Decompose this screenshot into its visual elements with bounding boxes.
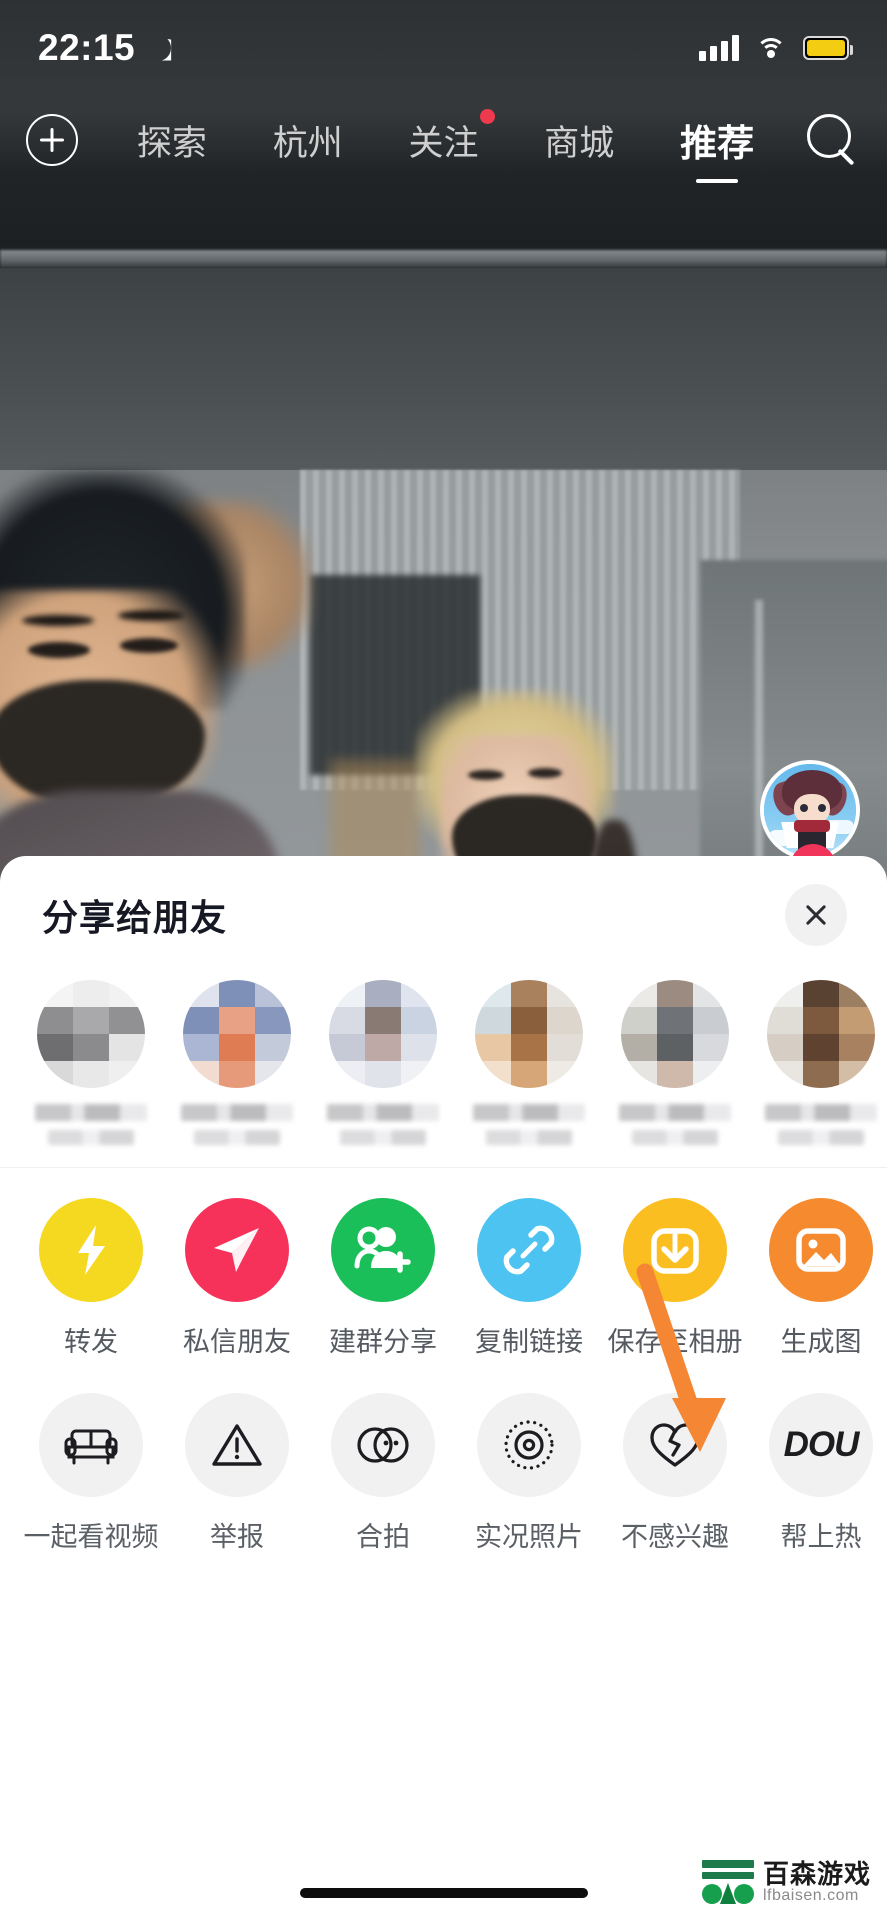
- nav-tab-label: 商城: [544, 123, 615, 163]
- avatar: [621, 980, 729, 1088]
- baisen-logo-icon: [701, 1860, 754, 1906]
- list-item[interactable]: [18, 980, 164, 1145]
- status-bar: 22:15: [0, 0, 887, 95]
- share-action-row-primary: 转发 私信朋友 建群分享 复制链接 保存至相册 生成图: [0, 1198, 887, 1359]
- nav-tab-recommend[interactable]: 推荐: [678, 113, 756, 183]
- avatar: [475, 980, 583, 1088]
- share-action-label: 实况照片: [475, 1522, 583, 1552]
- share-sheet-header: 分享给朋友: [0, 856, 887, 974]
- crescent-moon-icon: [145, 35, 171, 61]
- dou-plus-icon: DOU: [769, 1393, 873, 1497]
- friend-name-blurred: [35, 1104, 147, 1121]
- share-action-grid: 转发 私信朋友 建群分享 复制链接 保存至相册 生成图 一起看视频 举报 合拍 …: [0, 1168, 887, 1554]
- friend-sub-blurred: [194, 1130, 280, 1145]
- nav-tab-active-underline: [696, 179, 739, 183]
- nav-tab-following[interactable]: 关注: [406, 108, 495, 166]
- friend-name-blurred: [181, 1104, 293, 1121]
- download-icon: [623, 1198, 727, 1302]
- nav-tab-label: 推荐: [680, 123, 755, 164]
- share-action-row-secondary: 一起看视频 举报 合拍 实况照片 不感兴趣 DOU 帮上热: [0, 1393, 887, 1554]
- avatar: [37, 980, 145, 1088]
- share-action-direct-message[interactable]: 私信朋友: [164, 1198, 310, 1359]
- share-action-not-interested[interactable]: 不感兴趣: [602, 1393, 748, 1554]
- share-action-label: 转发: [64, 1327, 118, 1357]
- plus-circle-icon[interactable]: [26, 114, 78, 166]
- nav-tab-label: 关注: [408, 123, 479, 163]
- share-action-watch-together[interactable]: 一起看视频: [18, 1393, 164, 1554]
- friend-sub-blurred: [632, 1130, 718, 1145]
- broken-heart-icon: [623, 1393, 727, 1497]
- watermark-url-text: lfbaisen.com: [762, 1887, 859, 1905]
- share-action-live-photo[interactable]: 实况照片: [456, 1393, 602, 1554]
- cellular-signal-icon: [699, 34, 739, 61]
- share-action-label: 一起看视频: [23, 1522, 159, 1552]
- avatar: [329, 980, 437, 1088]
- sofa-icon: [39, 1393, 143, 1497]
- share-action-generate-image[interactable]: 生成图: [748, 1198, 887, 1359]
- link-icon: [477, 1198, 581, 1302]
- nav-tab-hangzhou[interactable]: 杭州: [271, 115, 345, 166]
- share-action-save-to-album[interactable]: 保存至相册: [602, 1198, 748, 1359]
- nav-tab-label: 杭州: [272, 123, 343, 163]
- share-action-repost[interactable]: 转发: [18, 1198, 164, 1359]
- close-icon[interactable]: [785, 884, 847, 946]
- group-add-icon: [331, 1198, 435, 1302]
- video-side-rail: [760, 760, 865, 998]
- repost-lightning-icon: [39, 1198, 143, 1302]
- share-sheet-title: 分享给朋友: [42, 897, 228, 938]
- list-item[interactable]: [602, 980, 748, 1145]
- friend-sub-blurred: [340, 1130, 426, 1145]
- nav-tab-list: 探索 杭州 关注 商城 推荐: [104, 108, 787, 183]
- share-action-label: 建群分享: [329, 1327, 437, 1357]
- share-action-duet[interactable]: 合拍: [310, 1393, 456, 1554]
- list-item[interactable]: [456, 980, 602, 1145]
- friend-sub-blurred: [778, 1130, 864, 1145]
- share-action-label: 举报: [210, 1522, 264, 1552]
- share-sheet: 分享给朋友 转发 私信朋友 建群分享 复制链接 保存至相册 生成图 一起看视频 …: [0, 856, 887, 1920]
- friend-name-blurred: [473, 1104, 585, 1121]
- search-icon[interactable]: [805, 112, 861, 168]
- status-time: 22:15: [38, 26, 136, 68]
- share-action-create-group[interactable]: 建群分享: [310, 1198, 456, 1359]
- list-item[interactable]: [164, 980, 310, 1145]
- share-action-label: 私信朋友: [183, 1327, 291, 1357]
- site-watermark: 百森游戏 lfbaisen.com: [701, 1858, 871, 1906]
- friend-share-list[interactable]: [0, 974, 887, 1167]
- share-action-label: 保存至相册: [607, 1327, 743, 1357]
- top-navigation-bar: 探索 杭州 关注 商城 推荐: [0, 95, 887, 185]
- live-photo-icon: [477, 1393, 581, 1497]
- friend-name-blurred: [327, 1104, 439, 1121]
- nav-tab-badge-dot: [479, 108, 495, 124]
- list-item[interactable]: [748, 980, 887, 1145]
- share-action-label: 合拍: [356, 1522, 410, 1552]
- share-action-report[interactable]: 举报: [164, 1393, 310, 1554]
- home-indicator[interactable]: [299, 1888, 588, 1898]
- phone-screen: 22:15 探索 杭州 关注 商城 推荐 分享给朋友 转发 私信朋友 建群分享 …: [0, 0, 887, 1920]
- share-action-label: 生成图: [780, 1327, 862, 1357]
- battery-icon: [803, 35, 853, 60]
- share-action-label: 帮上热: [780, 1522, 862, 1552]
- share-action-label: 复制链接: [475, 1327, 583, 1357]
- friend-sub-blurred: [48, 1130, 134, 1145]
- avatar: [767, 980, 875, 1088]
- watermark-cn-text: 百森游戏: [762, 1858, 871, 1889]
- share-action-label: 不感兴趣: [621, 1522, 729, 1552]
- paper-plane-icon: [185, 1198, 289, 1302]
- friend-name-blurred: [765, 1104, 877, 1121]
- friend-sub-blurred: [486, 1130, 572, 1145]
- share-action-promote[interactable]: DOU 帮上热: [748, 1393, 887, 1554]
- avatar: [183, 980, 291, 1088]
- wifi-icon: [755, 36, 787, 60]
- nav-tab-explore[interactable]: 探索: [135, 115, 209, 166]
- share-action-copy-link[interactable]: 复制链接: [456, 1198, 602, 1359]
- image-icon: [769, 1198, 873, 1302]
- nav-tab-label: 探索: [136, 123, 207, 163]
- nav-tab-mall[interactable]: 商城: [542, 115, 616, 166]
- dou-plus-text: DOU: [783, 1425, 860, 1464]
- friend-name-blurred: [619, 1104, 731, 1121]
- warning-icon: [185, 1393, 289, 1497]
- list-item[interactable]: [310, 980, 456, 1145]
- duet-circles-icon: [331, 1393, 435, 1497]
